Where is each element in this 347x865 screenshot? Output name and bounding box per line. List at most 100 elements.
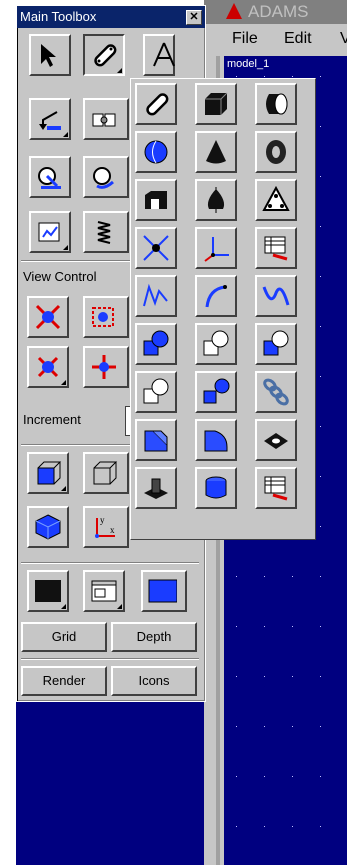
fillet-button[interactable] xyxy=(195,419,237,461)
solid-cube-icon xyxy=(37,461,62,485)
view-control-label: View Control xyxy=(23,269,97,284)
background-panel xyxy=(16,700,204,865)
svg-text:x: x xyxy=(110,525,115,535)
link-tool-button[interactable] xyxy=(83,34,125,76)
fillet-icon xyxy=(204,430,228,452)
chain-button[interactable] xyxy=(255,371,297,413)
boolean-union-button[interactable] xyxy=(135,323,177,365)
animation-button[interactable] xyxy=(83,156,129,198)
cone-shape-button[interactable] xyxy=(195,131,237,173)
construction-window-button[interactable] xyxy=(255,227,297,269)
black-swatch-icon xyxy=(35,580,61,602)
window-layout-icon xyxy=(91,580,117,602)
extrusion-icon xyxy=(145,191,167,209)
marker-icon xyxy=(204,237,229,262)
undo-motion-button[interactable] xyxy=(29,98,71,140)
boss-icon xyxy=(144,478,168,499)
extrusion-shape-button[interactable] xyxy=(135,179,177,221)
grid-dot xyxy=(292,626,293,627)
grid-dot xyxy=(292,676,293,677)
sphere-icon xyxy=(144,140,168,164)
grid-dot xyxy=(264,826,265,827)
menu-view[interactable]: V xyxy=(340,30,347,48)
grid-dot xyxy=(320,526,321,527)
menu-bar: File Edit V xyxy=(204,24,347,56)
depth-button[interactable]: Depth xyxy=(111,622,197,652)
rotate-view-button[interactable] xyxy=(27,346,69,388)
grid-dot xyxy=(292,826,293,827)
grid-dot xyxy=(320,826,321,827)
grid-dot xyxy=(320,426,321,427)
intersect-icon xyxy=(143,378,169,404)
hinge-tool-button[interactable] xyxy=(83,98,129,140)
foreground-color-button[interactable] xyxy=(141,570,187,612)
plot-button[interactable] xyxy=(29,211,71,253)
merge-icon xyxy=(203,330,229,356)
arc-icon xyxy=(205,285,227,308)
chamfer-icon xyxy=(144,430,168,452)
solid-view-button[interactable] xyxy=(27,452,69,494)
triad-icon: yx xyxy=(95,515,115,538)
polyline-button[interactable] xyxy=(135,275,177,317)
boolean-difference-button[interactable] xyxy=(255,323,297,365)
iso-view-button[interactable] xyxy=(27,506,69,548)
marker-button[interactable] xyxy=(195,227,237,269)
triad-view-button[interactable]: yx xyxy=(83,506,129,548)
grid-dot xyxy=(236,726,237,727)
sphere-shape-button[interactable] xyxy=(135,131,177,173)
table-arrow-icon xyxy=(264,236,288,261)
menu-edit[interactable]: Edit xyxy=(284,30,312,48)
curved-arrow-icon xyxy=(39,111,61,130)
compass-tool-button[interactable] xyxy=(143,34,175,76)
point-button[interactable] xyxy=(135,227,177,269)
chamfer-button[interactable] xyxy=(135,419,177,461)
close-button[interactable]: ✕ xyxy=(186,10,202,25)
render-button[interactable]: Render xyxy=(21,666,107,696)
chain-icon xyxy=(263,378,289,406)
split-icon xyxy=(203,378,230,404)
plate-icon xyxy=(262,185,290,211)
arc-button[interactable] xyxy=(195,275,237,317)
plate-shape-button[interactable] xyxy=(255,179,297,221)
background-color-button[interactable] xyxy=(27,570,69,612)
table-editor-button[interactable] xyxy=(255,467,297,509)
grid-dot xyxy=(320,126,321,127)
boolean-split-button[interactable] xyxy=(195,371,237,413)
toolbox-titlebar: Main Toolbox ✕ xyxy=(17,6,205,28)
shell-button[interactable] xyxy=(195,467,237,509)
toolbox-title: Main Toolbox xyxy=(20,9,97,24)
select-tool-button[interactable] xyxy=(29,34,71,76)
window-layout-button[interactable] xyxy=(83,570,125,612)
cylinder-shape-button[interactable] xyxy=(255,83,297,125)
separator xyxy=(21,658,199,660)
spring-tool-button[interactable] xyxy=(83,211,129,253)
grid-dot xyxy=(236,676,237,677)
separator xyxy=(21,562,199,564)
shell-icon xyxy=(205,476,227,499)
grid-dot xyxy=(236,576,237,577)
box-shape-button[interactable] xyxy=(195,83,237,125)
torus-shape-button[interactable] xyxy=(255,131,297,173)
grid-button[interactable]: Grid xyxy=(21,622,107,652)
boolean-intersect-button[interactable] xyxy=(135,371,177,413)
wireframe-view-button[interactable] xyxy=(83,452,129,494)
spline-button[interactable] xyxy=(255,275,297,317)
model-name-label: model_1 xyxy=(227,58,270,70)
translate-view-button[interactable] xyxy=(83,346,129,388)
menu-file[interactable]: File xyxy=(232,30,258,48)
arrow-pointer-icon xyxy=(41,44,56,67)
grid-dot xyxy=(292,76,293,77)
boolean-merge-button[interactable] xyxy=(195,323,237,365)
boss-button[interactable] xyxy=(135,467,177,509)
zoom-box-button[interactable] xyxy=(83,296,129,338)
spline-icon xyxy=(262,286,290,306)
icons-button[interactable]: Icons xyxy=(111,666,197,696)
simulate-button[interactable] xyxy=(29,156,71,198)
revolution-shape-button[interactable] xyxy=(195,179,237,221)
hole-button[interactable] xyxy=(255,419,297,461)
grid-dot xyxy=(292,576,293,577)
link-shape-button[interactable] xyxy=(135,83,177,125)
grid-dot xyxy=(320,226,321,227)
zoom-fit-button[interactable] xyxy=(27,296,69,338)
grid-dot xyxy=(236,626,237,627)
